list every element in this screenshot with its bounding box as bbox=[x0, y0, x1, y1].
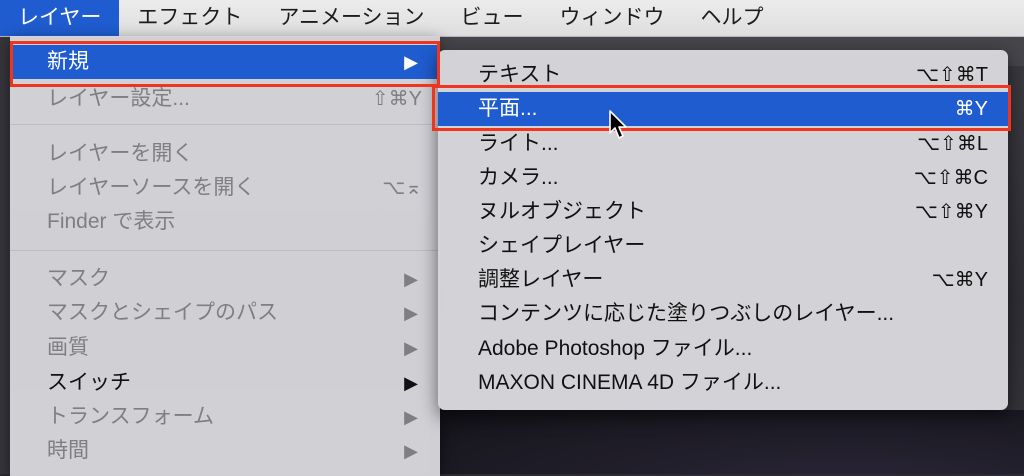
submenu-item-shape-layer-label: シェイプレイヤー bbox=[478, 234, 646, 257]
submenu-arrow-icon: ▶ bbox=[404, 269, 418, 289]
menu-item-mask-shape-path-label: マスクとシェイプのパス bbox=[47, 301, 278, 324]
menu-bar: レイヤー エフェクト アニメーション ビュー ウィンドウ ヘルプ bbox=[0, 0, 1024, 37]
shortcut-label: ⌥⌘Y bbox=[931, 269, 988, 291]
menu-item-time-label: 時間 bbox=[47, 439, 89, 462]
annotation-highlight-solid bbox=[432, 85, 1011, 131]
menu-item-layer-settings-label: レイヤー設定... bbox=[47, 87, 190, 110]
shortcut-label: ⌥⇧⌘C bbox=[913, 167, 988, 189]
menu-separator bbox=[10, 124, 440, 125]
submenu-arrow-icon: ▶ bbox=[404, 338, 418, 358]
menu-item-open-layer[interactable]: レイヤーを開く bbox=[10, 137, 440, 171]
app-left-panel-edge bbox=[0, 34, 10, 474]
menu-help[interactable]: ヘルプ bbox=[683, 0, 782, 36]
menu-item-mask-label: マスク bbox=[47, 267, 110, 290]
menu-effect[interactable]: エフェクト bbox=[119, 0, 260, 36]
shortcut-label: ⌥⇧⌘L bbox=[917, 133, 988, 155]
menu-item-transform[interactable]: トランスフォーム ▶ bbox=[10, 400, 440, 434]
submenu-item-text-label: テキスト bbox=[478, 63, 562, 86]
menu-item-switches-label: スイッチ bbox=[47, 371, 131, 394]
menu-item-show-in-finder-label: Finder で表示 bbox=[47, 210, 176, 233]
menu-item-mask[interactable]: マスク ▶ bbox=[10, 262, 440, 296]
shortcut-label: ⌥⇧⌘Y bbox=[914, 201, 988, 223]
submenu-arrow-icon: ▶ bbox=[404, 373, 418, 393]
submenu-item-shape-layer[interactable]: シェイプレイヤー bbox=[438, 229, 1008, 263]
menu-animation[interactable]: アニメーション bbox=[260, 0, 442, 36]
submenu-item-null-object-label: ヌルオブジェクト bbox=[478, 200, 646, 223]
submenu-item-light-label: ライト... bbox=[478, 132, 559, 155]
submenu-item-null-object[interactable]: ヌルオブジェクト ⌥⇧⌘Y bbox=[438, 195, 1008, 229]
submenu-item-content-aware-fill[interactable]: コンテンツに応じた塗りつぶしのレイヤー... bbox=[438, 297, 1008, 331]
menu-item-transform-label: トランスフォーム bbox=[47, 405, 214, 428]
submenu-item-cinema4d-file[interactable]: MAXON CINEMA 4D ファイル... bbox=[438, 366, 1008, 400]
submenu-arrow-icon: ▶ bbox=[404, 303, 418, 323]
arrow-cursor-icon bbox=[609, 110, 627, 139]
submenu-item-cinema4d-file-label: MAXON CINEMA 4D ファイル... bbox=[478, 371, 782, 394]
menu-item-show-in-finder[interactable]: Finder で表示 bbox=[10, 205, 440, 239]
menu-view[interactable]: ビュー bbox=[443, 0, 542, 36]
submenu-item-adjustment-layer[interactable]: 調整レイヤー ⌥⌘Y bbox=[438, 263, 1008, 297]
submenu-item-photoshop-file[interactable]: Adobe Photoshop ファイル... bbox=[438, 332, 1008, 366]
shortcut-label: ⇧⌘Y bbox=[371, 88, 422, 110]
menu-item-quality-label: 画質 bbox=[47, 336, 89, 359]
submenu-item-content-aware-fill-label: コンテンツに応じた塗りつぶしのレイヤー... bbox=[478, 302, 895, 325]
submenu-item-light[interactable]: ライト... ⌥⇧⌘L bbox=[438, 127, 1008, 161]
submenu-item-camera[interactable]: カメラ... ⌥⇧⌘C bbox=[438, 161, 1008, 195]
menu-window[interactable]: ウィンドウ bbox=[542, 0, 683, 36]
submenu-arrow-icon: ▶ bbox=[404, 407, 418, 427]
composition-viewer bbox=[430, 410, 1024, 474]
submenu-item-photoshop-file-label: Adobe Photoshop ファイル... bbox=[478, 337, 753, 360]
submenu-item-camera-label: カメラ... bbox=[478, 166, 559, 189]
submenu-item-adjustment-layer-label: 調整レイヤー bbox=[478, 268, 604, 291]
annotation-highlight-new bbox=[10, 41, 440, 87]
menu-separator bbox=[10, 250, 440, 251]
shortcut-label: ⌥⌅ bbox=[382, 177, 422, 199]
menu-item-open-layer-source-label: レイヤーソースを開く bbox=[47, 176, 256, 199]
menu-item-open-layer-source[interactable]: レイヤーソースを開く ⌥⌅ bbox=[10, 171, 440, 205]
menu-item-quality[interactable]: 画質 ▶ bbox=[10, 331, 440, 365]
layer-menu-dropdown: 新規 ▶ レイヤー設定... ⇧⌘Y レイヤーを開く レイヤーソースを開く ⌥⌅… bbox=[10, 36, 440, 476]
submenu-arrow-icon: ▶ bbox=[404, 441, 418, 461]
menu-item-layer-settings[interactable]: レイヤー設定... ⇧⌘Y bbox=[10, 82, 440, 116]
menu-item-time[interactable]: 時間 ▶ bbox=[10, 434, 440, 468]
menu-item-switches[interactable]: スイッチ ▶ bbox=[10, 366, 440, 400]
menu-layer[interactable]: レイヤー bbox=[0, 0, 120, 36]
menu-item-mask-shape-path[interactable]: マスクとシェイプのパス ▶ bbox=[10, 296, 440, 330]
menu-item-open-layer-label: レイヤーを開く bbox=[47, 142, 194, 165]
